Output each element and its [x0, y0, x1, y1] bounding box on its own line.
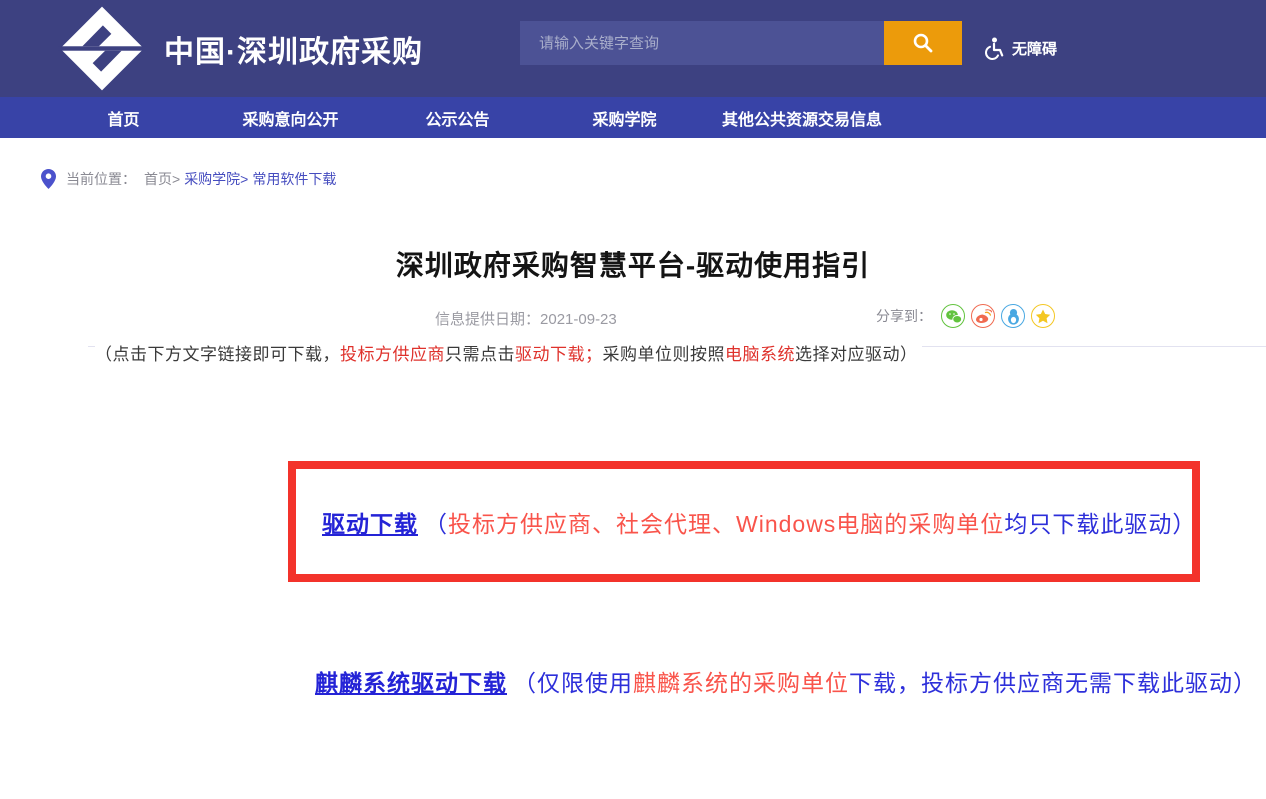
- wheelchair-icon: [983, 37, 1004, 60]
- share-label: 分享到：: [876, 306, 932, 326]
- driver-windows-red-note: 投标方供应商、社会代理、Windows电脑的采购单位: [448, 511, 1004, 537]
- driver-windows-open: （: [424, 511, 448, 537]
- intro-seg-computer-system: 电脑系统: [725, 345, 795, 365]
- article-meta: 信息提供日期：2021-09-23 分享到：: [0, 301, 1266, 331]
- publish-date-value: 2021-09-23: [540, 311, 617, 328]
- driver-kylin-open: （仅限使用: [513, 670, 633, 696]
- driver-download-highlight-box: 驱动下载（投标方供应商、社会代理、Windows电脑的采购单位均只下载此驱动）: [288, 461, 1200, 582]
- breadcrumb: 当前位置： 首页> 采购学院> 常用软件下载: [41, 169, 340, 189]
- intro-seg-supplier: 投标方供应商: [340, 345, 445, 365]
- kylin-driver-download-link[interactable]: 麒麟系统驱动下载: [315, 670, 507, 696]
- share-weibo-button[interactable]: [971, 304, 995, 328]
- location-pin-icon: [41, 169, 56, 189]
- driver-kylin-line: 麒麟系统驱动下载（仅限使用麒麟系统的采购单位下载，投标方供应商无需下载此驱动）: [315, 664, 1257, 698]
- intro-seg-3: 只需点击: [445, 345, 515, 365]
- intro-seg-5: 采购单位则按照: [603, 345, 726, 365]
- site-header: 中国·深圳政府采购 无障碍: [0, 0, 1266, 97]
- publish-date-label: 信息提供日期：: [435, 311, 540, 328]
- driver-kylin-close: 下载，投标方供应商无需下载此驱动）: [849, 670, 1257, 696]
- main-nav: 首页 采购意向公开 公示公告 采购学院 其他公共资源交易信息: [0, 97, 1266, 138]
- search-icon: [911, 31, 935, 55]
- intro-seg-1: （点击下方文字链接即可下载，: [95, 345, 340, 365]
- nav-item-announcements[interactable]: 公示公告: [374, 106, 541, 130]
- share-qzone-button[interactable]: [1031, 304, 1055, 328]
- breadcrumb-label: 当前位置：: [66, 169, 136, 189]
- qq-icon: [1006, 308, 1021, 325]
- qzone-star-icon: [1035, 309, 1051, 324]
- publish-date: 信息提供日期：2021-09-23: [435, 308, 617, 329]
- intro-seg-7: 选择对应驱动）: [795, 345, 918, 365]
- accessibility-button[interactable]: 无障碍: [983, 0, 1057, 97]
- driver-kylin-red-note: 麒麟系统的采购单位: [633, 670, 849, 696]
- driver-download-link[interactable]: 驱动下载: [322, 511, 418, 537]
- breadcrumb-academy[interactable]: 采购学院>: [184, 169, 248, 189]
- search-input[interactable]: [520, 21, 884, 65]
- page-title: 深圳政府采购智慧平台-驱动使用指引: [0, 244, 1266, 284]
- site-logo-icon: [57, 4, 147, 93]
- breadcrumb-home[interactable]: 首页>: [144, 169, 180, 189]
- intro-seg-driver-download: 驱动下载；: [515, 345, 603, 365]
- weibo-icon: [975, 309, 992, 324]
- share-qq-button[interactable]: [1001, 304, 1025, 328]
- breadcrumb-software-download[interactable]: 常用软件下载: [252, 169, 336, 189]
- nav-item-academy[interactable]: 采购学院: [541, 106, 708, 130]
- site-title: 中国·深圳政府采购: [164, 0, 423, 97]
- nav-item-other-public-resources[interactable]: 其他公共资源交易信息: [708, 106, 896, 130]
- driver-windows-line: 驱动下载（投标方供应商、社会代理、Windows电脑的采购单位均只下载此驱动）: [296, 505, 1196, 539]
- intro-paragraph: （点击下方文字链接即可下载，投标方供应商只需点击驱动下载；采购单位则按照电脑系统…: [95, 338, 922, 367]
- search-bar: [520, 21, 962, 65]
- share-bar: 分享到：: [876, 304, 1055, 328]
- nav-item-home[interactable]: 首页: [40, 106, 207, 130]
- accessibility-label: 无障碍: [1012, 38, 1057, 59]
- share-wechat-button[interactable]: [941, 304, 965, 328]
- wechat-icon: [945, 309, 962, 324]
- search-button[interactable]: [884, 21, 962, 65]
- nav-item-procurement-intent[interactable]: 采购意向公开: [207, 106, 374, 130]
- driver-windows-close: 均只下载此驱动）: [1004, 511, 1196, 537]
